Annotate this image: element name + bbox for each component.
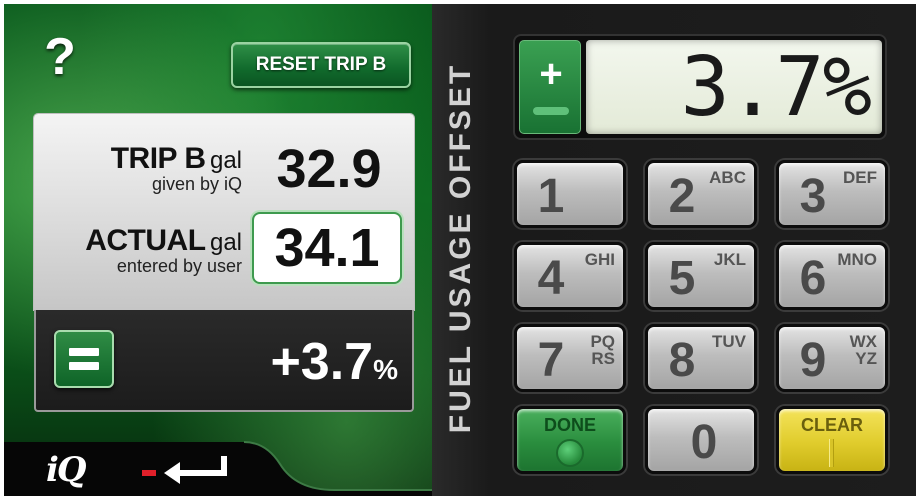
actual-title: ACTUAL (85, 224, 206, 257)
key-letters: DEF (843, 168, 877, 187)
result-unit: % (373, 354, 398, 385)
plus-icon: + (539, 52, 563, 96)
done-label: DONE (543, 415, 596, 435)
actual-unit: gal (209, 229, 242, 256)
comparison-card: TRIP B gal given by iQ 32.9 ACTUAL gal e… (34, 114, 414, 310)
done-button[interactable]: DONE (514, 406, 626, 474)
equals-icon-bottom-bar (69, 362, 99, 370)
key-1[interactable]: 1 (514, 160, 626, 228)
result-bar: +3.7% (34, 310, 414, 412)
actual-label: ACTUAL gal (34, 224, 242, 258)
key-digit: 3 (799, 170, 827, 223)
key-letters: JKL (713, 250, 746, 269)
done-indicator-icon (556, 439, 584, 467)
key-digit: 9 (799, 334, 827, 387)
actual-subtitle: entered by user (116, 256, 242, 276)
back-arrow-icon[interactable] (134, 450, 230, 490)
lcd-readout: 3.7% (586, 40, 882, 134)
trip-b-subtitle: given by iQ (151, 174, 242, 194)
trip-b-value: 32.9 (276, 139, 382, 199)
clear-indicator-icon (829, 439, 834, 467)
trip-b-title: TRIP B (110, 142, 206, 175)
actual-value-field[interactable]: 34.1 (252, 212, 402, 284)
key-8[interactable]: 8 TUV (645, 324, 757, 392)
key-letters: GHI (584, 250, 615, 269)
key-5[interactable]: 5 JKL (645, 242, 757, 310)
clear-label: CLEAR (801, 415, 863, 435)
equals-icon-top-bar (69, 348, 99, 356)
iq-logo: iQ (46, 450, 87, 490)
key-9[interactable]: 9 WX YZ (776, 324, 888, 392)
trip-panel: ? RESET TRIP B TRIP B gal given by iQ 32… (4, 4, 432, 496)
key-digit: 4 (537, 252, 565, 305)
equals-button[interactable] (54, 330, 114, 388)
key-7[interactable]: 7 PQ RS (514, 324, 626, 392)
key-3[interactable]: 3 DEF (776, 160, 888, 228)
key-letters: ABC (709, 168, 746, 187)
lcd-value: 3.7% (680, 40, 872, 135)
fuel-usage-offset-title: FUEL USAGE OFFSET (444, 62, 477, 434)
key-6[interactable]: 6 MNO (776, 242, 888, 310)
key-digit: 0 (690, 416, 718, 469)
trip-b-unit: gal (209, 147, 242, 174)
key-2[interactable]: 2 ABC (645, 160, 757, 228)
key-digit: 5 (668, 252, 696, 305)
result-value: +3.7 (270, 333, 374, 391)
key-letters: TUV (712, 332, 746, 351)
help-button[interactable]: ? (38, 30, 82, 84)
key-digit: 8 (668, 334, 696, 387)
key-0[interactable]: 0 (645, 406, 757, 474)
reset-trip-b-button[interactable]: RESET TRIP B (231, 42, 411, 88)
sign-toggle-button[interactable]: + (519, 40, 581, 134)
key-letters: WX YZ (849, 332, 877, 368)
device-frame: ? RESET TRIP B TRIP B gal given by iQ 32… (0, 0, 920, 500)
key-digit: 6 (799, 252, 827, 305)
key-letters: PQ RS (590, 332, 615, 368)
offset-result: +3.7% (186, 332, 398, 392)
key-digit: 1 (537, 170, 565, 223)
trip-b-label: TRIP B gal (34, 142, 242, 176)
clear-button[interactable]: CLEAR (776, 406, 888, 474)
key-digit: 7 (537, 334, 565, 387)
key-digit: 2 (668, 170, 696, 223)
minus-icon (533, 107, 569, 115)
key-letters: MNO (837, 250, 877, 269)
key-4[interactable]: 4 GHI (514, 242, 626, 310)
